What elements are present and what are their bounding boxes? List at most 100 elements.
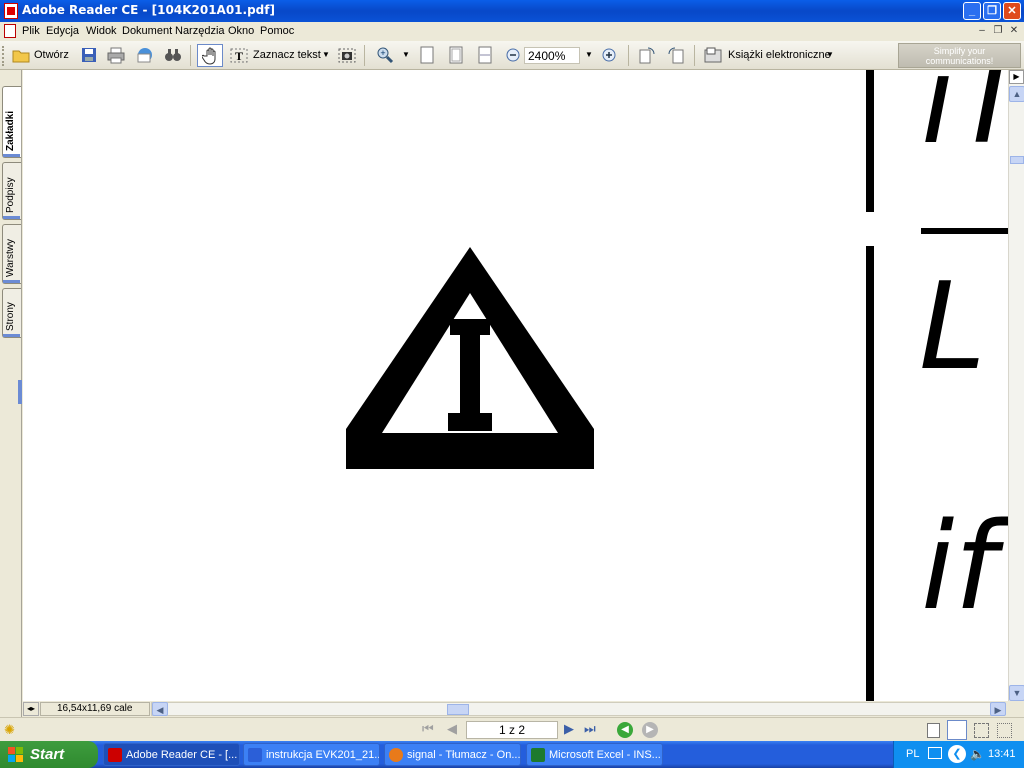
firefox-icon	[389, 748, 403, 762]
scroll-up-icon[interactable]: ▲	[1009, 86, 1024, 102]
search-binoculars-icon[interactable]	[164, 46, 182, 64]
continuous-facing-view-icon[interactable]	[997, 723, 1012, 738]
window-title: Adobe Reader CE - [104K201A01.pdf]	[22, 3, 275, 17]
doc-minimize-button[interactable]: –	[976, 25, 988, 37]
scroll-left-icon[interactable]: ◀	[152, 702, 168, 716]
menu-dokument[interactable]: Dokument	[122, 25, 172, 37]
sun-tip-icon[interactable]: ✺	[4, 722, 15, 738]
open-folder-icon[interactable]	[12, 46, 30, 64]
print-icon[interactable]	[107, 46, 125, 64]
page-size-display: 16,54x11,69 cale	[40, 702, 150, 716]
document-view[interactable]: iT L if	[23, 70, 1008, 701]
zoom-in-icon[interactable]: +	[376, 46, 394, 64]
start-button[interactable]: Start	[0, 741, 98, 768]
zoom-in-plus-icon[interactable]	[600, 46, 618, 64]
horizontal-scroll-row: ◂▸ 16,54x11,69 cale ◀ ▶	[23, 701, 1024, 717]
document-text: iT	[921, 70, 1008, 171]
taskbar-item-excel[interactable]: Microsoft Excel - INS...	[526, 743, 663, 766]
svg-text:T: T	[235, 49, 243, 63]
go-back-icon[interactable]: ◀	[617, 722, 633, 738]
hand-tool-button[interactable]	[197, 44, 223, 67]
last-page-icon[interactable]: ⏭	[584, 721, 596, 737]
menu-narzedzia[interactable]: Narzędzia	[175, 25, 225, 37]
chevron-down-icon[interactable]: ▼	[322, 50, 330, 59]
save-icon[interactable]	[80, 46, 98, 64]
menu-pomoc[interactable]: Pomoc	[260, 25, 294, 37]
restore-button[interactable]: ❐	[983, 2, 1001, 20]
taskbar-item-firefox[interactable]: signal - Tłumacz - On...	[384, 743, 521, 766]
open-button-label[interactable]: Otwórz	[34, 49, 69, 61]
horizontal-scrollbar[interactable]: ◀ ▶	[151, 702, 1006, 716]
zoom-input[interactable]: 2400%	[524, 47, 580, 64]
word-icon	[248, 748, 262, 762]
rotate-clockwise-icon[interactable]	[638, 46, 656, 64]
table-border-line	[866, 246, 874, 701]
split-handle-icon[interactable]: ◂▸	[23, 702, 39, 716]
menu-edycja[interactable]: Edycja	[46, 25, 79, 37]
tab-pages[interactable]: Strony	[2, 288, 21, 338]
taskbar-item-word-document[interactable]: instrukcja EVK201_21...	[243, 743, 380, 766]
fit-width-icon[interactable]	[476, 46, 494, 64]
hand-icon	[202, 47, 216, 65]
vertical-scroll-thumb[interactable]	[1010, 156, 1024, 164]
minimize-button[interactable]: _	[963, 2, 981, 20]
toolbar-separator	[694, 45, 695, 66]
chevron-down-icon[interactable]: ▼	[402, 50, 410, 59]
chevron-down-icon[interactable]: ▼	[826, 50, 834, 59]
menu-plik[interactable]: Plik	[22, 25, 40, 37]
adobe-reader-icon	[108, 748, 122, 762]
document-text: if	[921, 498, 997, 637]
next-page-icon[interactable]: ▶	[564, 721, 574, 737]
ebooks-icon[interactable]	[704, 46, 722, 64]
speaker-icon[interactable]: 🔈	[970, 747, 985, 761]
snapshot-icon[interactable]	[338, 46, 356, 64]
vertical-scrollbar[interactable]: ▶ ▲ ▼	[1008, 70, 1024, 701]
first-page-icon[interactable]: ⏮	[422, 721, 434, 737]
facing-view-icon[interactable]	[974, 723, 989, 738]
go-forward-icon[interactable]: ▶	[642, 722, 658, 738]
scroll-right-icon[interactable]: ▶	[990, 702, 1006, 716]
warning-triangle-icon	[346, 247, 594, 469]
menu-okno[interactable]: Okno	[228, 25, 254, 37]
language-indicator[interactable]: PL	[906, 748, 919, 760]
toolbar-separator	[190, 45, 191, 66]
single-page-view-icon[interactable]	[927, 723, 940, 738]
toolbar-grip	[2, 46, 6, 66]
keyboard-icon[interactable]	[928, 747, 942, 759]
scroll-down-icon[interactable]: ▼	[1009, 685, 1024, 701]
taskbar: Start Adobe Reader CE - [... instrukcja …	[0, 741, 1024, 768]
chevron-down-icon[interactable]: ▼	[585, 50, 593, 59]
windows-logo-icon	[8, 747, 23, 762]
svg-text:+: +	[380, 48, 385, 58]
system-tray: PL ❮ 🔈 13:41	[893, 741, 1024, 768]
table-border-line	[866, 70, 874, 212]
panel-menu-arrow-icon[interactable]: ▶	[1009, 70, 1024, 84]
rotate-counterclockwise-icon[interactable]	[667, 46, 685, 64]
menu-widok[interactable]: Widok	[86, 25, 117, 37]
side-navigation-panel: Zakładki Podpisy Warstwy Strony	[0, 70, 22, 717]
select-text-label[interactable]: Zaznacz tekst	[253, 49, 321, 61]
excel-icon	[531, 748, 545, 762]
panel-splitter[interactable]	[18, 380, 22, 404]
doc-restore-button[interactable]: ❐	[992, 25, 1004, 37]
doc-close-button[interactable]: ✕	[1008, 25, 1020, 37]
table-divider-line	[921, 228, 1008, 234]
email-icon[interactable]	[136, 46, 154, 64]
title-bar: Adobe Reader CE - [104K201A01.pdf] _ ❐ ✕	[0, 0, 1024, 22]
close-button[interactable]: ✕	[1003, 2, 1021, 20]
tray-arrow-icon[interactable]: ❮	[948, 745, 966, 763]
adobe-reader-icon	[4, 3, 18, 19]
actual-size-icon[interactable]	[418, 46, 436, 64]
previous-page-icon[interactable]: ◀	[447, 721, 457, 737]
continuous-view-icon[interactable]	[947, 720, 967, 740]
document-icon	[4, 24, 16, 38]
zoom-out-icon[interactable]	[504, 46, 522, 64]
promo-banner[interactable]: Simplify your communications!	[898, 43, 1021, 68]
toolbar: Otwórz T Zaznacz tekst ▼ + ▼ 2400% ▼ Ksi…	[0, 41, 1024, 70]
fit-page-icon[interactable]	[447, 46, 465, 64]
select-text-icon[interactable]: T	[230, 46, 248, 64]
taskbar-item-adobe-reader[interactable]: Adobe Reader CE - [...	[103, 743, 240, 766]
ebooks-label[interactable]: Książki elektroniczne	[728, 49, 831, 61]
horizontal-scroll-thumb[interactable]	[447, 704, 469, 715]
page-number-input[interactable]: 1 z 2	[466, 721, 558, 739]
